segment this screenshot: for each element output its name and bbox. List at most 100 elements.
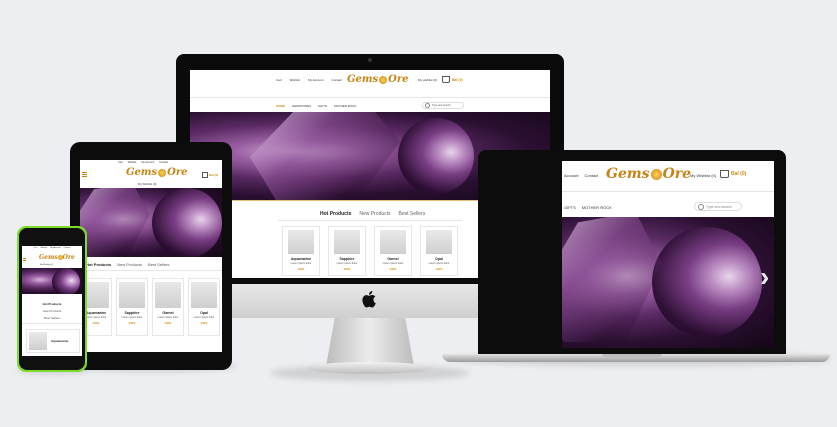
- phone-screen: Cart Wishlist My Account Contact Gems Ore…: [22, 246, 82, 356]
- hamburger-menu-icon[interactable]: [82, 172, 87, 177]
- phone-tab-hot[interactable]: Hot Products: [22, 302, 82, 306]
- product-card[interactable]: Opal Lorem ipsum dolor $$$$: [420, 226, 458, 276]
- gem-left-image: [80, 188, 150, 257]
- laptop-notch: [602, 354, 662, 357]
- nav-link-account[interactable]: My Account: [141, 161, 154, 164]
- product-card[interactable]: Sapphire Lorem ipsum dolor $$$$: [328, 226, 366, 276]
- phone-logo[interactable]: Gems Ore: [39, 254, 75, 261]
- nav-link-account[interactable]: Account: [564, 173, 578, 178]
- product-name: Garnet: [387, 257, 399, 261]
- desktop-top-links: Cart Wishlist My Account Contact: [276, 78, 342, 82]
- phone-tab-best[interactable]: Best Sellers: [22, 316, 82, 320]
- nav-link-cart[interactable]: Cart: [118, 161, 123, 164]
- laptop-account-label[interactable]: My Wishlist (0): [690, 173, 716, 178]
- search-icon: [698, 203, 704, 210]
- nav-link-contact[interactable]: Contact: [332, 78, 342, 82]
- product-name: Aquamarine: [51, 339, 69, 343]
- product-card[interactable]: Aquamarine: [26, 329, 80, 353]
- tablet: Cart Wishlist My Account Contact Gems Ore…: [70, 142, 232, 370]
- nav-link-wishlist[interactable]: Wishlist: [290, 78, 300, 82]
- product-price: $$$$: [435, 267, 443, 271]
- tablet-screen: Cart Wishlist My Account Contact Gems Ore…: [80, 160, 222, 352]
- product-card[interactable]: Aquamarine Lorem ipsum dolor $$$$: [282, 226, 320, 276]
- slider-next-icon[interactable]: ›: [760, 261, 769, 293]
- product-card[interactable]: Garnet Lorem ipsum dolor $$$$: [152, 278, 184, 336]
- laptop-cart[interactable]: Bal (0): [720, 170, 746, 178]
- tablet-logo[interactable]: Gems Ore: [126, 167, 187, 178]
- search-placeholder: Type and search: [432, 104, 451, 107]
- nav-link-wishlist[interactable]: Wishlist: [40, 247, 47, 249]
- phone-account-label[interactable]: My Wishlist (0): [40, 264, 53, 266]
- product-image: [119, 282, 145, 308]
- product-image: [380, 230, 406, 254]
- nav-link-cart[interactable]: Cart: [276, 78, 282, 82]
- product-price: $$$$: [200, 321, 208, 325]
- phone-tab-new[interactable]: New Products: [22, 309, 82, 313]
- nav-link-account[interactable]: My Account: [308, 78, 324, 82]
- menu-mother-rock[interactable]: MOTHER ROCK: [582, 205, 612, 210]
- nav-link-contact[interactable]: Contact: [584, 173, 598, 178]
- tab-new-products[interactable]: New Products: [359, 211, 390, 217]
- desktop-account-label[interactable]: My wishlist (0): [418, 78, 437, 82]
- hamburger-menu-icon[interactable]: [23, 258, 26, 261]
- product-name: Opal: [435, 257, 443, 261]
- laptop-search[interactable]: Type and search: [694, 202, 742, 211]
- desktop-menu: HOME GEMSTONES GIFTS MOTHER ROCK: [276, 104, 356, 108]
- tabs-divider: [22, 323, 82, 324]
- tabs-divider: [278, 220, 462, 221]
- laptop-top-links: Account Contact: [564, 173, 598, 178]
- laptop-screen: Account Contact Gems Ore My Wishlist (0) …: [562, 161, 774, 348]
- nav-link-contact[interactable]: Contact: [64, 247, 71, 249]
- product-subtitle: Lorem ipsum dolor: [157, 316, 179, 319]
- product-card[interactable]: Sapphire Lorem ipsum dolor $$$$: [116, 278, 148, 336]
- tablet-account-label[interactable]: My Wishlist (0): [138, 182, 156, 186]
- desktop-logo[interactable]: Gems Ore: [347, 74, 408, 85]
- monitor-base: [306, 362, 432, 374]
- nav-link-account[interactable]: My Account: [50, 247, 60, 249]
- tab-new-products[interactable]: New Products: [117, 262, 142, 267]
- logo-text: Gems: [347, 74, 379, 85]
- laptop-hero-banner: ›: [562, 217, 774, 348]
- logo-text-2: Ore: [62, 254, 75, 261]
- menu-mother-rock[interactable]: MOTHER ROCK: [334, 104, 357, 108]
- tablet-top-links: Cart Wishlist My Account Contact: [118, 161, 168, 164]
- laptop-menu: GIFTS MOTHER ROCK: [564, 205, 612, 210]
- logo-text-2: Ore: [167, 167, 188, 178]
- product-card[interactable]: Garnet Lorem ipsum dolor $$$$: [374, 226, 412, 276]
- logo-gem-icon: [158, 168, 167, 177]
- desktop-header: Cart Wishlist My Account Contact Gems Ore…: [190, 70, 550, 97]
- nav-link-wishlist[interactable]: Wishlist: [128, 161, 137, 164]
- gem-left-image: [250, 112, 400, 200]
- search-icon: [425, 103, 430, 108]
- menu-gifts[interactable]: GIFTS: [318, 104, 327, 108]
- tablet-cart[interactable]: Bal (0): [202, 172, 218, 178]
- nav-link-contact[interactable]: Contact: [159, 161, 168, 164]
- menu-home[interactable]: HOME: [276, 104, 285, 108]
- product-price: $$$$: [128, 321, 136, 325]
- cart-label: Bal (0): [452, 77, 463, 82]
- menu-gifts[interactable]: GIFTS: [564, 205, 576, 210]
- cart-icon: [720, 170, 729, 178]
- product-price: $$$$: [164, 321, 172, 325]
- tab-hot-products[interactable]: Hot Products: [320, 211, 351, 217]
- phone-top-links: Cart Wishlist My Account Contact: [24, 247, 80, 249]
- product-subtitle: Lorem ipsum dolor: [428, 262, 450, 265]
- tab-best-sellers[interactable]: Best Sellers: [399, 211, 426, 217]
- logo-gem-icon: [379, 75, 388, 84]
- phone-hero-banner: [22, 268, 82, 294]
- nav-link-cart[interactable]: Cart: [34, 247, 38, 249]
- logo-text: Gems: [606, 166, 650, 182]
- laptop-logo[interactable]: Gems Ore: [606, 166, 691, 182]
- desktop-cart[interactable]: Bal (0): [442, 76, 463, 83]
- desktop-search[interactable]: Type and search: [422, 102, 464, 109]
- tab-hot-products[interactable]: Hot Products: [86, 262, 111, 267]
- cart-label: Bal (0): [209, 173, 219, 177]
- tab-best-sellers[interactable]: Best Sellers: [148, 262, 169, 267]
- devices-scene: Cart Wishlist My Account Contact Gems Ore…: [0, 0, 837, 427]
- tablet-product-tabs: Hot Products New Products Best Sellers: [86, 262, 169, 267]
- tablet-hero-banner: [80, 188, 222, 257]
- product-image: [426, 230, 452, 254]
- product-card[interactable]: Opal Lorem ipsum dolor $$$$: [188, 278, 220, 336]
- menu-gemstones[interactable]: GEMSTONES: [292, 104, 311, 108]
- gem-right-image: [52, 268, 80, 294]
